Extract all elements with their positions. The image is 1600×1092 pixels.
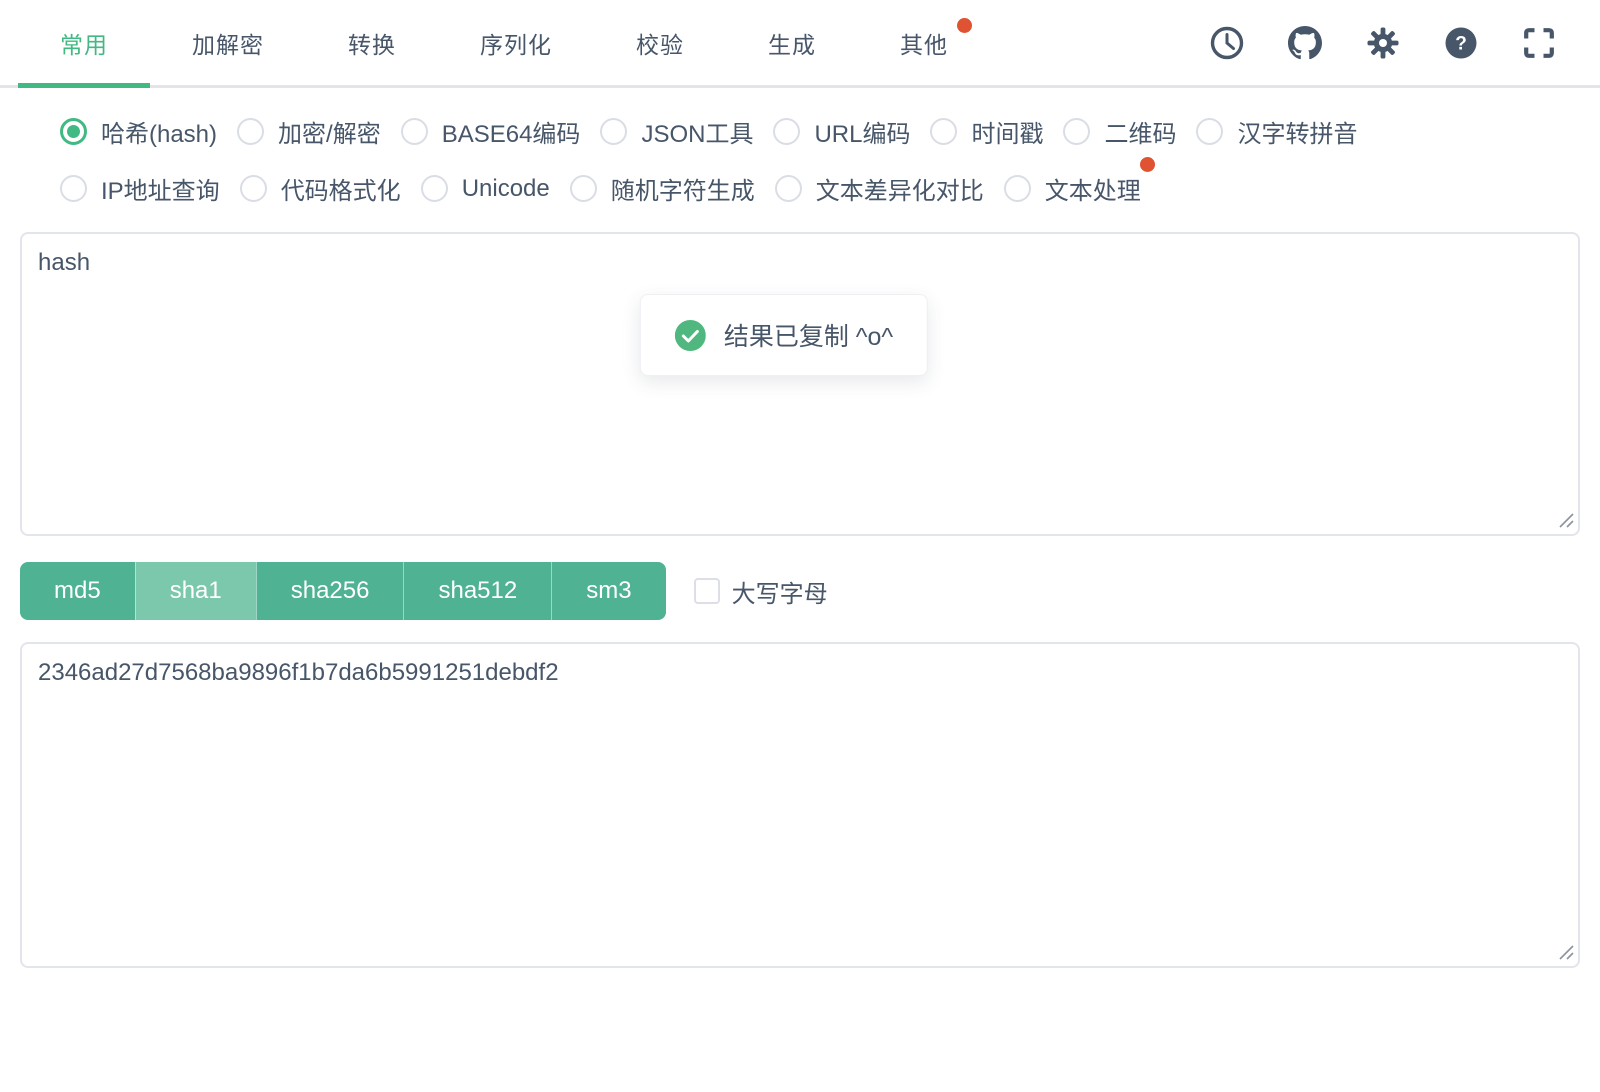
success-check-icon <box>674 319 706 351</box>
radio-qrcode[interactable]: 二维码 <box>1063 114 1176 149</box>
tab-other[interactable]: 其他 <box>858 0 990 85</box>
tab-serialize[interactable]: 序列化 <box>438 0 594 85</box>
help-question-icon[interactable]: ? <box>1444 26 1478 60</box>
radio-text-process[interactable]: 文本处理 <box>1003 157 1155 206</box>
sha1-button[interactable]: sha1 <box>134 562 256 620</box>
radio-label: 加密/解密 <box>278 121 381 148</box>
radio-label: 文本差异化对比 <box>815 178 984 205</box>
uppercase-checkbox[interactable]: 大写字母 <box>693 574 828 609</box>
radio-label: 二维码 <box>1104 121 1177 148</box>
sha512-button[interactable]: sha512 <box>403 562 552 620</box>
radio-icon <box>237 118 265 145</box>
algorithm-button-group: md5 sha1 sha256 sha512 sm3 <box>20 562 666 620</box>
radio-code-format[interactable]: 代码格式化 <box>239 171 401 206</box>
hash-output-textarea[interactable]: 2346ad27d7568ba9896f1b7da6b5991251debdf2 <box>20 642 1580 968</box>
tool-row-1: 哈希(hash) 加密/解密 BASE64编码 JSON工具 URL编码 时间戳… <box>60 114 1540 149</box>
tool-selector: 哈希(hash) 加密/解密 BASE64编码 JSON工具 URL编码 时间戳… <box>0 88 1600 206</box>
radio-icon <box>774 175 802 202</box>
tab-label: 加解密 <box>192 31 264 58</box>
notification-dot <box>957 18 972 33</box>
tab-convert[interactable]: 转换 <box>306 0 438 85</box>
radio-icon <box>930 118 958 145</box>
uppercase-checkbox-label: 大写字母 <box>731 580 828 608</box>
radio-pinyin[interactable]: 汉字转拼音 <box>1196 114 1357 149</box>
copy-success-toast: 结果已复制 ^o^ <box>639 294 929 376</box>
radio-label: 随机字符生成 <box>610 178 755 205</box>
tab-validate[interactable]: 校验 <box>594 0 726 85</box>
radio-icon <box>600 118 628 145</box>
radio-label: JSON工具 <box>641 121 754 148</box>
radio-ip-lookup[interactable]: IP地址查询 <box>60 171 220 206</box>
fullscreen-icon[interactable] <box>1522 26 1556 60</box>
toast-message: 结果已复制 ^o^ <box>723 323 894 351</box>
hash-input-container: hash <box>20 232 1580 536</box>
nav-tabs: 常用 加解密 转换 序列化 校验 生成 其他 <box>18 0 990 88</box>
radio-label: 文本处理 <box>1044 178 1141 205</box>
radio-hash[interactable]: 哈希(hash) <box>60 114 217 149</box>
radio-label: 汉字转拼音 <box>1237 121 1358 148</box>
tab-encrypt-decrypt[interactable]: 加解密 <box>150 0 306 85</box>
history-clock-icon[interactable] <box>1210 26 1244 60</box>
resize-handle[interactable] <box>1557 943 1575 961</box>
md5-button[interactable]: md5 <box>20 562 135 620</box>
notification-dot <box>1139 157 1155 172</box>
radio-label: 时间戳 <box>971 121 1044 148</box>
hash-output-container: 2346ad27d7568ba9896f1b7da6b5991251debdf2 <box>20 642 1580 968</box>
radio-unicode[interactable]: Unicode <box>420 174 550 203</box>
radio-label: Unicode <box>461 174 550 202</box>
radio-icon <box>773 118 801 145</box>
radio-icon <box>569 175 597 202</box>
github-icon[interactable] <box>1288 25 1322 60</box>
radio-icon <box>1063 118 1091 145</box>
tab-label: 校验 <box>636 31 684 58</box>
top-navigation-bar: 常用 加解密 转换 序列化 校验 生成 其他 ? <box>0 0 1600 88</box>
radio-label: IP地址查询 <box>101 178 220 205</box>
tab-common[interactable]: 常用 <box>18 0 150 88</box>
tab-label: 生成 <box>768 31 816 58</box>
radio-label: BASE64编码 <box>441 121 581 148</box>
tool-row-2: IP地址查询 代码格式化 Unicode 随机字符生成 文本差异化对比 文本处理 <box>60 157 1540 206</box>
hash-input-textarea[interactable]: hash <box>20 232 1580 536</box>
radio-label: URL编码 <box>814 121 911 148</box>
tab-label: 其他 <box>900 31 948 58</box>
checkbox-box-icon <box>693 578 720 604</box>
radio-icon <box>239 175 267 202</box>
radio-base64[interactable]: BASE64编码 <box>400 114 581 149</box>
header-icon-group: ? <box>1210 0 1556 85</box>
radio-label: 代码格式化 <box>280 178 401 205</box>
radio-icon <box>1196 118 1224 145</box>
svg-text:?: ? <box>1455 33 1467 54</box>
tab-generate[interactable]: 生成 <box>726 0 858 85</box>
settings-gear-icon[interactable] <box>1366 26 1400 60</box>
sha256-button[interactable]: sha256 <box>255 562 404 620</box>
radio-icon <box>420 175 448 202</box>
tab-label: 序列化 <box>480 31 552 58</box>
sm3-button[interactable]: sm3 <box>551 562 666 620</box>
radio-icon <box>60 118 87 145</box>
radio-icon <box>1003 175 1031 202</box>
radio-icon <box>400 118 428 145</box>
radio-icon <box>60 175 87 202</box>
radio-label: 哈希(hash) <box>101 121 218 148</box>
tab-label: 常用 <box>60 31 108 58</box>
resize-handle[interactable] <box>1557 511 1575 529</box>
tab-label: 转换 <box>348 31 396 58</box>
radio-encrypt-decrypt[interactable]: 加密/解密 <box>237 114 381 149</box>
radio-url-encode[interactable]: URL编码 <box>773 114 910 149</box>
algorithm-toolbar: md5 sha1 sha256 sha512 sm3 大写字母 <box>20 562 1580 620</box>
radio-timestamp[interactable]: 时间戳 <box>930 114 1043 149</box>
radio-random-string[interactable]: 随机字符生成 <box>569 171 755 206</box>
radio-json-tool[interactable]: JSON工具 <box>600 114 753 149</box>
radio-text-diff[interactable]: 文本差异化对比 <box>774 171 984 206</box>
